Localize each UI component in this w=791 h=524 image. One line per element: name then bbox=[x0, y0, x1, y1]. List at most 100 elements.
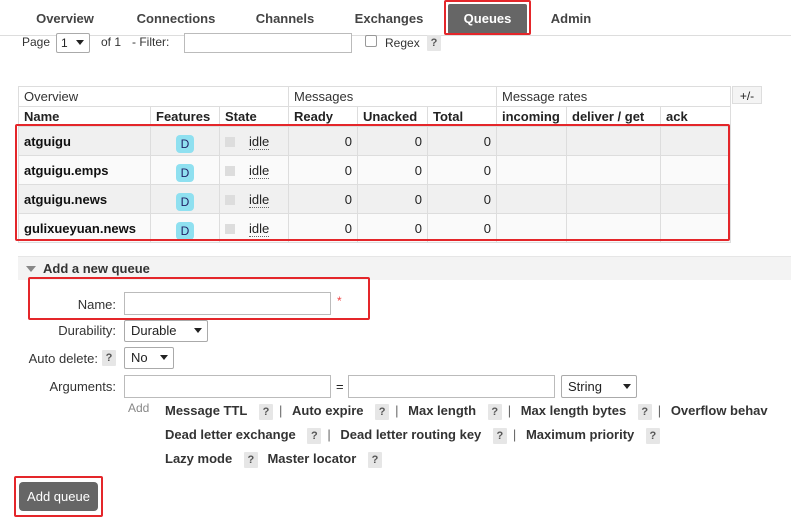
col-name[interactable]: Name bbox=[18, 106, 151, 127]
arg-master-locator[interactable]: Master locator bbox=[267, 451, 356, 466]
arg-auto-expire-help-icon[interactable]: ? bbox=[375, 404, 390, 420]
collapse-triangle-icon bbox=[26, 266, 36, 272]
filter-input[interactable] bbox=[184, 33, 352, 53]
separator: | bbox=[512, 427, 517, 442]
arg-max-length-bytes-help-icon[interactable]: ? bbox=[637, 404, 652, 420]
ack-cell bbox=[660, 184, 731, 214]
queue-name-link[interactable]: atguigu.emps bbox=[18, 155, 151, 185]
argument-value-input[interactable] bbox=[348, 375, 555, 398]
arg-lazy-mode-help-icon[interactable]: ? bbox=[243, 452, 258, 468]
chevron-down-icon bbox=[194, 328, 202, 333]
state-cell: idle bbox=[219, 184, 289, 214]
add-queue-title: Add a new queue bbox=[43, 261, 150, 276]
col-total[interactable]: Total bbox=[427, 106, 497, 127]
durability-select[interactable]: Durable bbox=[124, 320, 208, 342]
argument-type-value: String bbox=[568, 379, 602, 394]
state-icon bbox=[225, 166, 235, 177]
unacked-cell: 0 bbox=[357, 184, 428, 214]
total-cell: 0 bbox=[427, 184, 497, 214]
tab-overview[interactable]: Overview bbox=[16, 0, 114, 36]
arg-dead-letter-exchange[interactable]: Dead letter exchange bbox=[165, 427, 296, 442]
col-deliver-get[interactable]: deliver / get bbox=[566, 106, 661, 127]
col-ready[interactable]: Ready bbox=[288, 106, 358, 127]
durable-badge: D bbox=[176, 134, 194, 153]
arg-dead-letter-exchange-help-icon[interactable]: ? bbox=[307, 428, 322, 444]
total-cell: 0 bbox=[427, 213, 497, 243]
name-label: Name: bbox=[77, 297, 116, 312]
page-select[interactable]: 1 bbox=[56, 33, 90, 53]
col-ack[interactable]: ack bbox=[660, 106, 731, 127]
arg-auto-expire[interactable]: Auto expire bbox=[292, 403, 364, 418]
arg-message-ttl[interactable]: Message TTL bbox=[165, 403, 247, 418]
group-header-overview: Overview bbox=[18, 86, 289, 107]
filter-label: - Filter: bbox=[132, 35, 170, 49]
state-label: idle bbox=[249, 220, 270, 237]
regex-checkbox[interactable] bbox=[365, 35, 377, 47]
ready-cell: 0 bbox=[288, 126, 358, 156]
argument-key-input[interactable] bbox=[124, 375, 331, 398]
ready-cell: 0 bbox=[288, 213, 358, 243]
table-row: atguigu D idle 0 0 0 bbox=[18, 126, 731, 156]
unacked-cell: 0 bbox=[357, 126, 428, 156]
argument-shortcuts-row-3: Lazy mode ? Master locator ? bbox=[165, 451, 382, 468]
auto-delete-help-icon[interactable]: ? bbox=[102, 350, 116, 366]
col-state[interactable]: State bbox=[219, 106, 289, 127]
required-marker: * bbox=[337, 294, 342, 308]
state-cell: idle bbox=[219, 213, 289, 243]
queue-name-input[interactable] bbox=[124, 292, 331, 315]
arg-maximum-priority[interactable]: Maximum priority bbox=[526, 427, 634, 442]
ready-cell: 0 bbox=[288, 184, 358, 214]
durable-badge: D bbox=[176, 192, 194, 211]
main-nav: Overview Connections Channels Exchanges … bbox=[0, 0, 791, 36]
page-of-label: of 1 bbox=[101, 35, 122, 49]
durable-badge: D bbox=[176, 163, 194, 182]
separator: | bbox=[395, 403, 399, 418]
tab-channels[interactable]: Channels bbox=[238, 0, 332, 36]
table-row: atguigu.news D idle 0 0 0 bbox=[18, 184, 731, 214]
arg-master-locator-help-icon[interactable]: ? bbox=[367, 452, 382, 468]
incoming-cell bbox=[496, 213, 567, 243]
col-incoming[interactable]: incoming bbox=[496, 106, 567, 127]
durability-label: Durability: bbox=[58, 323, 116, 338]
tab-connections[interactable]: Connections bbox=[120, 0, 232, 36]
page-select-value: 1 bbox=[61, 36, 68, 50]
table-row: atguigu.emps D idle 0 0 0 bbox=[18, 155, 731, 185]
arg-message-ttl-help-icon[interactable]: ? bbox=[258, 404, 273, 420]
col-features: Features bbox=[150, 106, 220, 127]
argument-type-select[interactable]: String bbox=[561, 375, 637, 398]
queue-name-link[interactable]: atguigu bbox=[18, 126, 151, 156]
ack-cell bbox=[660, 126, 731, 156]
arg-dead-letter-routing-key[interactable]: Dead letter routing key bbox=[340, 427, 481, 442]
incoming-cell bbox=[496, 155, 567, 185]
col-unacked[interactable]: Unacked bbox=[357, 106, 428, 127]
equals-sign: = bbox=[336, 379, 344, 394]
argument-shortcuts-row-2: Dead letter exchange ? | Dead letter rout… bbox=[165, 427, 660, 444]
separator: | bbox=[657, 403, 662, 418]
arg-max-length[interactable]: Max length bbox=[408, 403, 476, 418]
queue-name-link[interactable]: gulixueyuan.news bbox=[18, 213, 151, 243]
auto-delete-select[interactable]: No bbox=[124, 347, 174, 369]
deliver-get-cell bbox=[566, 126, 661, 156]
toggle-columns-button[interactable]: +/- bbox=[732, 86, 762, 104]
add-queue-button[interactable]: Add queue bbox=[19, 482, 98, 511]
state-label: idle bbox=[249, 133, 270, 150]
regex-help-icon[interactable]: ? bbox=[427, 35, 441, 51]
chevron-down-icon bbox=[76, 40, 84, 45]
arg-max-length-bytes[interactable]: Max length bytes bbox=[521, 403, 626, 418]
arg-overflow-behaviour[interactable]: Overflow behav bbox=[671, 403, 768, 418]
group-header-message-rates: Message rates bbox=[496, 86, 731, 107]
arg-max-length-help-icon[interactable]: ? bbox=[487, 404, 502, 420]
add-argument-link[interactable]: Add bbox=[128, 401, 149, 415]
state-cell: idle bbox=[219, 126, 289, 156]
arg-dead-letter-routing-key-help-icon[interactable]: ? bbox=[492, 428, 507, 444]
tab-queues[interactable]: Queues bbox=[448, 4, 527, 34]
tab-admin[interactable]: Admin bbox=[536, 0, 606, 36]
total-cell: 0 bbox=[427, 155, 497, 185]
arg-maximum-priority-help-icon[interactable]: ? bbox=[645, 428, 660, 444]
arg-lazy-mode[interactable]: Lazy mode bbox=[165, 451, 232, 466]
queue-name-link[interactable]: atguigu.news bbox=[18, 184, 151, 214]
ack-cell bbox=[660, 213, 731, 243]
deliver-get-cell bbox=[566, 184, 661, 214]
add-queue-section-header[interactable]: Add a new queue bbox=[18, 256, 791, 280]
tab-exchanges[interactable]: Exchanges bbox=[338, 0, 440, 36]
